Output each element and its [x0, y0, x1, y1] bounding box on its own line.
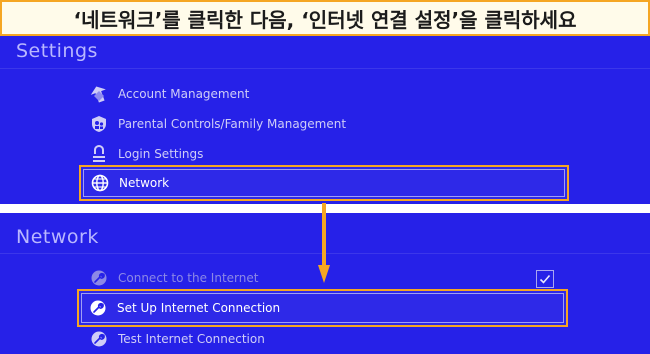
- title-divider: [0, 68, 650, 69]
- wrench-icon: [84, 270, 114, 286]
- settings-panel: Settings Account Management Parental Con…: [0, 36, 650, 204]
- menu-item-account-management[interactable]: Account Management: [80, 79, 566, 109]
- menu-item-label: Parental Controls/Family Management: [118, 117, 347, 131]
- account-management-icon: [84, 85, 114, 103]
- menu-item-test-internet-connection[interactable]: Test Internet Connection: [80, 324, 566, 354]
- menu-item-set-up-internet-connection[interactable]: Set Up Internet Connection: [77, 289, 568, 327]
- menu-item-label: Set Up Internet Connection: [117, 301, 281, 315]
- menu-item-label: Test Internet Connection: [118, 332, 265, 346]
- wrench-icon: [84, 331, 114, 347]
- down-arrow-icon: [318, 203, 330, 283]
- menu-item-label: Login Settings: [118, 147, 204, 161]
- checkmark-icon: [539, 274, 551, 284]
- menu-item-network[interactable]: Network: [79, 165, 569, 201]
- menu-item-label: Connect to the Internet: [118, 271, 259, 285]
- wrench-icon: [83, 300, 113, 316]
- parental-controls-icon: [84, 115, 114, 133]
- settings-title: Settings: [16, 40, 98, 62]
- menu-item-parental-controls[interactable]: Parental Controls/Family Management: [80, 109, 566, 139]
- login-settings-icon: [84, 145, 114, 163]
- instruction-text: ‘네트워크’를 클릭한 다음, ‘인터넷 연결 설정’을 클릭하세요: [73, 7, 577, 32]
- instruction-banner: ‘네트워크’를 클릭한 다음, ‘인터넷 연결 설정’을 클릭하세요: [0, 0, 650, 36]
- globe-icon: [85, 174, 115, 192]
- menu-item-label: Account Management: [118, 87, 250, 101]
- menu-item-label: Network: [119, 176, 170, 190]
- network-title: Network: [16, 226, 99, 248]
- connect-checkbox[interactable]: [536, 270, 554, 288]
